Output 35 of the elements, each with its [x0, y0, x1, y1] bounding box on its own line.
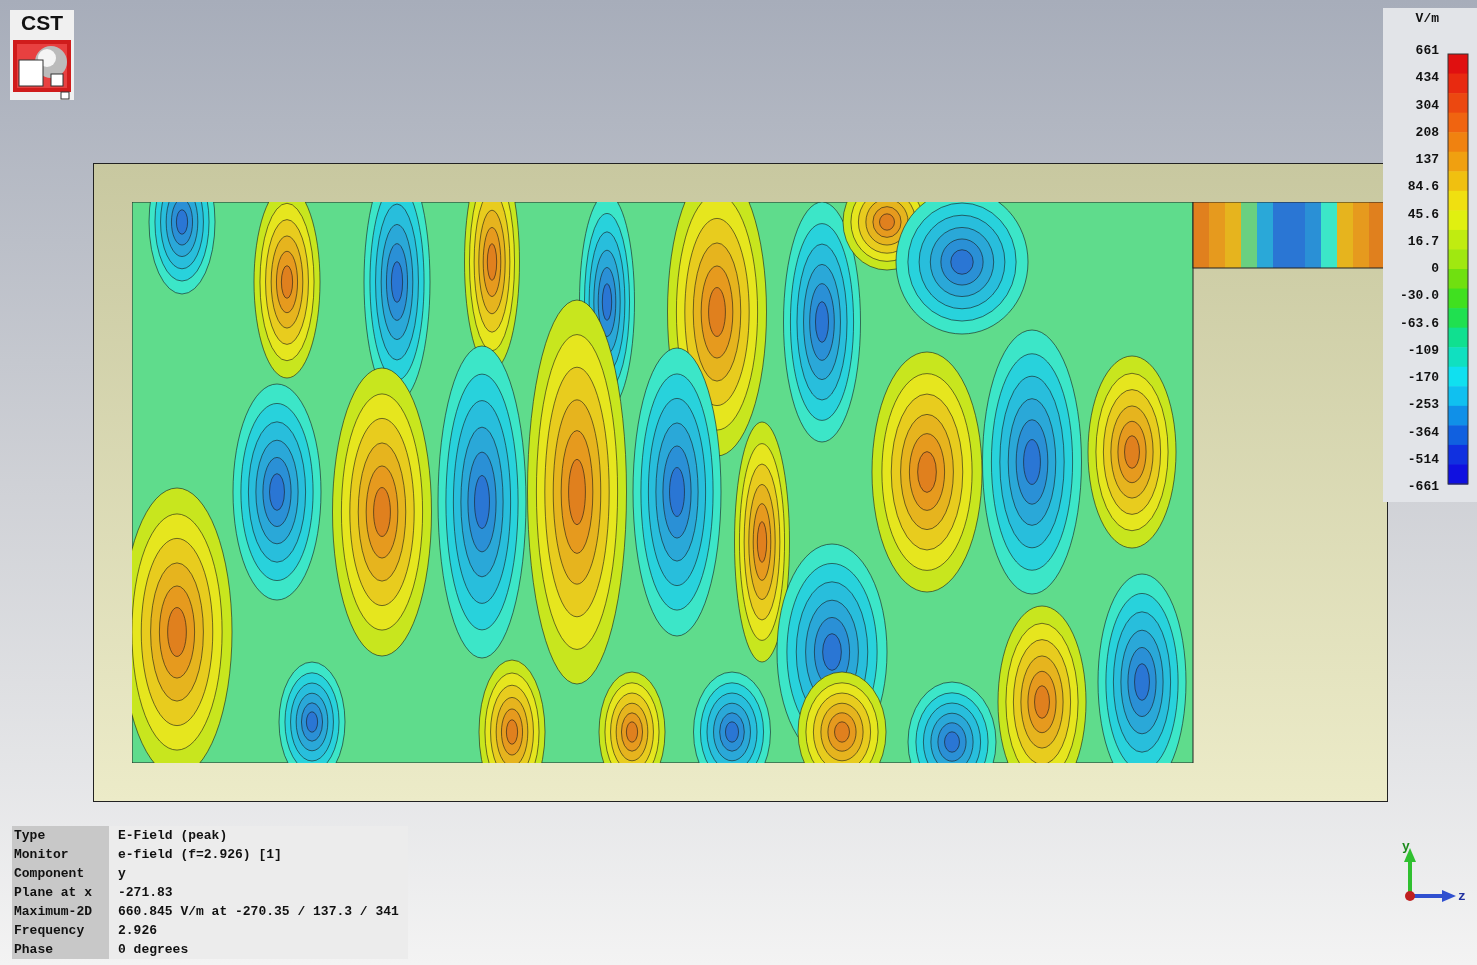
legend-label: 0: [1431, 262, 1439, 276]
info-label: Monitor: [12, 845, 109, 864]
legend-label: 45.6: [1407, 207, 1439, 222]
info-label: Frequency: [12, 921, 109, 940]
info-value: y: [117, 866, 126, 881]
legend-label: 16.7: [1407, 234, 1439, 249]
legend-label: 661: [1415, 44, 1439, 58]
logo-text: CST: [21, 10, 63, 36]
info-value: -271.83: [117, 885, 173, 900]
info-label: Type: [12, 826, 109, 845]
legend-label: 434: [1415, 71, 1439, 86]
legend-label: -170: [1407, 371, 1439, 385]
legend-label: -30.0: [1400, 289, 1439, 304]
info-value: 660.845 V/m at -270.35 / 137.3 / 341: [117, 904, 399, 919]
legend-label: 84.6: [1407, 180, 1439, 195]
info-value: 2.926: [117, 923, 157, 938]
legend-label: -109: [1407, 343, 1439, 358]
legend-label: 137: [1415, 153, 1439, 167]
legend-label: 304: [1415, 98, 1439, 113]
legend-label: -63.6: [1400, 316, 1439, 331]
info-label: Maximum-2D: [12, 902, 109, 921]
info-value: E-Field (peak): [117, 828, 228, 843]
legend-label: -514: [1407, 452, 1439, 467]
legend-label: -253: [1407, 398, 1439, 413]
info-value: 0 degrees: [117, 942, 189, 957]
axis-label: z: [1458, 889, 1466, 902]
legend-label: 208: [1415, 125, 1439, 140]
legend-label: -661: [1407, 480, 1439, 494]
legend-unit: V/m: [1415, 12, 1439, 26]
info-value: e-field (f=2.926) [1]: [117, 847, 282, 862]
info-label: Plane at x: [12, 883, 109, 902]
info-label: Component: [12, 864, 109, 883]
info-label: Phase: [12, 940, 109, 959]
axis-label: y: [1402, 839, 1410, 854]
legend-label: -364: [1407, 425, 1439, 440]
